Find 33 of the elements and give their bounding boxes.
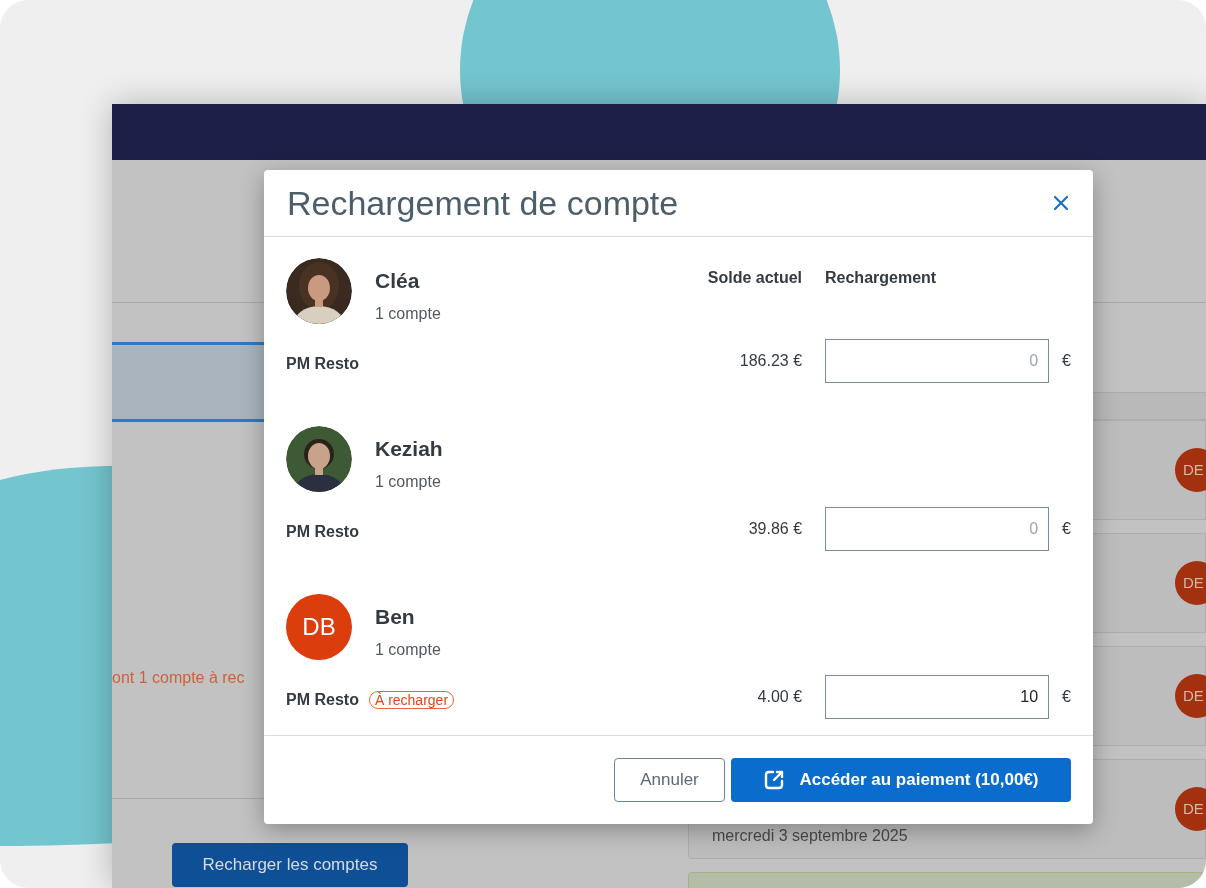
cancel-button[interactable]: Annuler xyxy=(614,758,725,802)
account-count: 1 compte xyxy=(375,472,442,492)
member-name: Ben xyxy=(375,604,416,630)
external-link-icon xyxy=(763,769,786,791)
notice-text: ont 1 compte à rec xyxy=(112,668,245,688)
close-icon[interactable] xyxy=(1053,195,1069,211)
account-count: 1 compte xyxy=(375,640,442,660)
currency-label: € xyxy=(1062,351,1071,371)
account-label: PM Resto xyxy=(286,690,359,710)
payment-button[interactable]: Accéder au paiement (10,00€) xyxy=(731,758,1071,802)
dialog-title: Rechargement de compte xyxy=(287,182,680,224)
initials-badge: DE xyxy=(1175,674,1206,718)
balance-text: 39.86 € xyxy=(748,519,803,539)
account-label: PM Resto xyxy=(286,522,359,542)
column-header: Solde actuel xyxy=(707,268,802,288)
member-name: Cléa xyxy=(375,268,421,294)
balance-text: 4.00 € xyxy=(757,687,803,707)
amount-input[interactable]: 10 xyxy=(825,675,1050,719)
amount-input[interactable]: 0 xyxy=(825,339,1050,383)
date-text: mercredi 3 septembre 2025 xyxy=(712,826,908,846)
account-count: 1 compte xyxy=(375,304,442,324)
account-label: PM Resto xyxy=(286,354,359,374)
amount-input[interactable]: 0 xyxy=(825,507,1050,551)
initials-badge: DE xyxy=(1175,787,1206,831)
initials-badge: DE xyxy=(1175,448,1206,492)
currency-label: € xyxy=(1062,687,1071,707)
currency-label: € xyxy=(1062,519,1071,539)
recharge-button[interactable]: Recharger les comptes xyxy=(172,843,408,887)
initials-avatar: DB xyxy=(286,594,352,660)
member-name: Keziah xyxy=(375,436,444,462)
initials-badge: DE xyxy=(1175,561,1206,605)
column-header: Rechargement xyxy=(825,268,938,288)
balance-text: 186.23 € xyxy=(739,351,803,371)
